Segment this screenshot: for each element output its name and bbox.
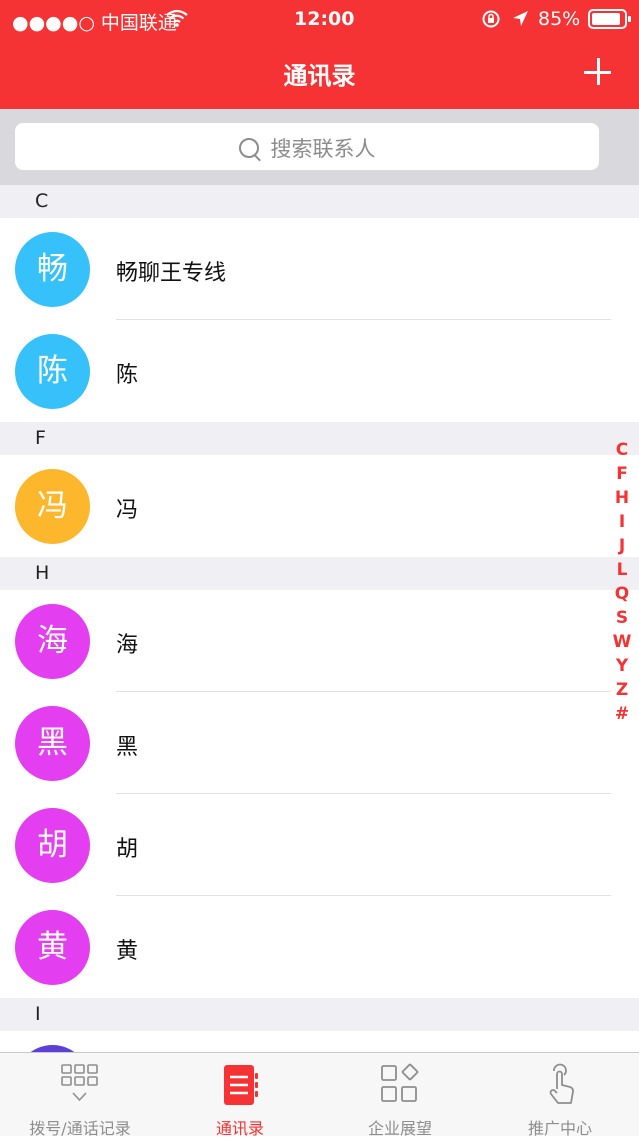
section-header: I [0,998,639,1031]
page-title: 通讯录 [283,62,356,90]
index-letter[interactable]: J [611,534,633,558]
search-input[interactable]: 搜索联系人 [15,123,599,170]
avatar: 冯 [15,469,90,544]
avatar: 胡 [15,808,90,883]
index-letter[interactable]: Q [611,582,633,606]
tab-label-enterprise: 企业展望 [367,1119,432,1138]
index-letter[interactable]: S [611,606,633,630]
section-header: F [0,422,639,455]
alphabet-index[interactable]: C F H I J L Q S W Y Z # [611,438,633,726]
contact-name: 海 [116,633,139,658]
avatar: 黑 [15,706,90,781]
tab-label-promotion: 推广中心 [527,1119,592,1138]
location-arrow-icon [513,11,528,26]
tab-promotion[interactable]: 推广中心 [480,1053,639,1138]
contact-name: 黄 [116,939,139,964]
apps-grid-icon [381,1063,419,1102]
search-icon [238,138,259,158]
tab-bar: 拨号/通话记录 通讯录 企业展望 推广中心 [0,1052,639,1138]
contacts-book-icon [224,1065,258,1105]
index-letter[interactable]: L [611,558,633,582]
contact-name: 陈 [116,363,139,388]
index-letter[interactable]: I [611,510,633,534]
tab-contacts[interactable]: 通讯录 [160,1053,320,1138]
search-bar: 搜索联系人 [0,109,639,185]
status-bar: ●●●●○ 中国联通 12:00 85% [0,0,639,38]
contact-name: 畅聊王专线 [116,261,227,286]
contact-row[interactable]: 陈陈 [0,320,639,422]
avatar: 黄 [15,910,90,985]
index-letter[interactable]: W [611,630,633,654]
index-letter[interactable]: Y [611,654,633,678]
avatar: 海 [15,604,90,679]
contact-name: 冯 [116,498,139,523]
wifi-icon [166,9,188,27]
contact-row[interactable]: 海海 [0,590,639,692]
search-placeholder: 搜索联系人 [270,137,376,161]
dialpad-icon [61,1064,98,1102]
index-letter[interactable]: Z [611,678,633,702]
touch-hand-icon [549,1063,574,1104]
index-letter[interactable]: C [611,438,633,462]
contact-row[interactable]: 冯冯 [0,455,639,557]
index-letter[interactable]: H [611,486,633,510]
battery-icon [588,9,631,29]
tab-label-contacts: 通讯录 [215,1119,264,1138]
battery-percent: 85% [538,8,581,30]
avatar: 畅 [15,232,90,307]
contact-row[interactable]: 畅 畅聊王专线 [0,218,639,320]
tab-enterprise[interactable]: 企业展望 [320,1053,480,1138]
rotation-lock-icon [482,10,500,28]
index-letter[interactable]: # [611,702,633,726]
contact-name: 黑 [116,735,139,760]
clock-time: 12:00 [294,8,355,30]
contact-row[interactable]: 胡胡 [0,794,639,896]
section-header: C [0,185,639,218]
avatar: 陈 [15,334,90,409]
index-letter[interactable]: F [611,462,633,486]
add-contact-icon[interactable] [581,55,617,91]
tab-dialpad[interactable]: 拨号/通话记录 [0,1053,160,1138]
tab-label-dialpad: 拨号/通话记录 [29,1119,131,1138]
contact-row[interactable]: 黑黑 [0,692,639,794]
contact-name: 胡 [116,837,139,862]
section-header: H [0,557,639,590]
nav-bar: 通讯录 [0,38,639,109]
contact-row[interactable]: 黄黄 [0,896,639,998]
carrier-label: ●●●●○ 中国联通 [12,12,177,34]
contact-list: C 畅畅聊王专线陈陈 F 冯冯 H 海海黑黑胡胡黄黄 I [0,185,639,1133]
